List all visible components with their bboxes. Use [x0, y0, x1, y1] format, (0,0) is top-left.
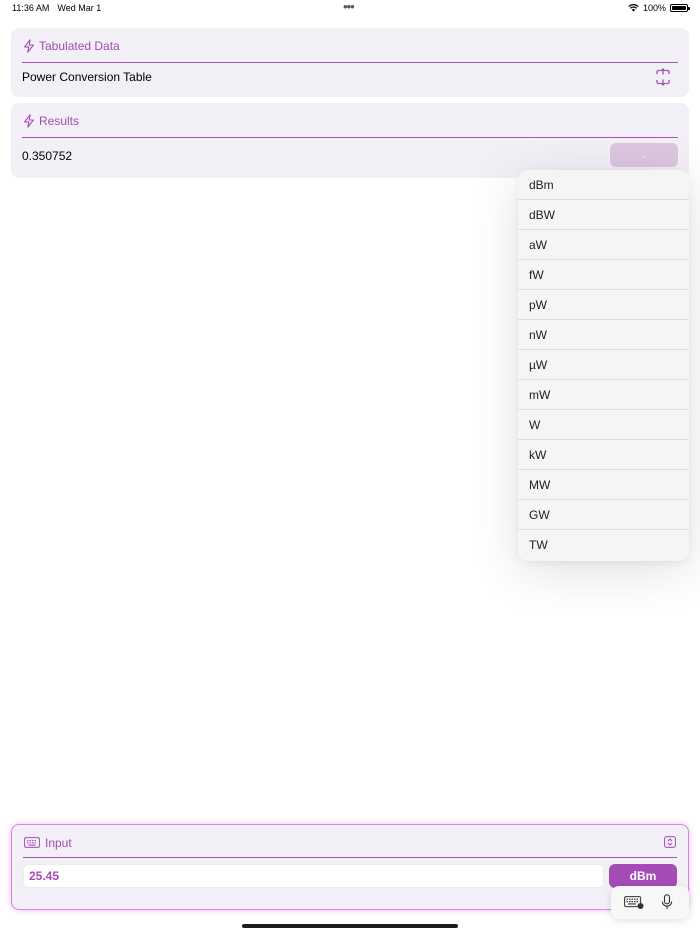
unit-option-0[interactable]: dBm [518, 170, 689, 200]
result-unit-button[interactable]: ⌄ [610, 143, 678, 167]
battery-percent: 100% [642, 3, 666, 13]
status-time: 11:36 AM [12, 3, 50, 13]
status-date: Wed Mar 1 [57, 3, 102, 13]
expand-icon[interactable] [654, 68, 672, 86]
tabulated-data-header: Tabulated Data [22, 28, 678, 63]
unit-option-12[interactable]: TW [518, 530, 689, 560]
chevron-down-icon: ⌄ [640, 150, 648, 160]
unit-option-1[interactable]: dBW [518, 200, 689, 230]
input-title: Input [45, 836, 72, 850]
status-time-group: 11:36 AM Wed Mar 1 [12, 3, 101, 13]
input-header: Input [23, 825, 677, 858]
input-value-field[interactable]: 25.45 [23, 864, 604, 888]
unit-dropdown-menu: dBm dBW aW fW pW nW µW mW WkW MW GW TW [518, 170, 689, 561]
wifi-icon [628, 4, 639, 12]
unit-option-2[interactable]: aW [518, 230, 689, 260]
tabulated-data-card: Tabulated Data Power Conversion Table [11, 28, 689, 97]
results-header: Results [22, 103, 678, 138]
multitasking-dots-icon[interactable]: ••• [343, 0, 355, 14]
home-indicator[interactable] [242, 924, 458, 928]
status-bar: 11:36 AM Wed Mar 1 ••• 100% [0, 0, 700, 18]
input-card: Input 25.45 dBm [11, 824, 689, 910]
unit-option-7[interactable]: mW [518, 380, 689, 410]
stepper-icon[interactable] [664, 836, 676, 848]
battery-icon [670, 4, 690, 12]
results-title: Results [39, 114, 80, 128]
result-value: 0.350752 [22, 149, 73, 163]
unit-option-6[interactable]: µW [518, 350, 689, 380]
unit-option-10[interactable]: MW [518, 470, 689, 500]
status-right: 100% [628, 3, 690, 13]
tabulated-data-title: Tabulated Data [39, 39, 120, 53]
keyboard-dismiss-icon[interactable] [624, 896, 644, 909]
results-card: Results 0.350752 ⌄ [11, 103, 689, 178]
input-unit-button[interactable]: dBm [609, 864, 677, 888]
keyboard-assistant-bar [611, 886, 689, 919]
keyboard-icon [24, 837, 40, 848]
unit-option-8[interactable]: W [518, 410, 689, 440]
unit-option-3[interactable]: fW [518, 260, 689, 290]
bolt-icon [24, 39, 34, 53]
unit-option-4[interactable]: pW [518, 290, 689, 320]
bolt-icon [24, 114, 34, 128]
unit-option-9[interactable]: kW [518, 440, 689, 470]
unit-option-5[interactable]: nW [518, 320, 689, 350]
unit-option-11[interactable]: GW [518, 500, 689, 530]
power-conversion-table-label[interactable]: Power Conversion Table [22, 70, 152, 84]
microphone-icon[interactable] [661, 894, 673, 910]
app-screen: 11:36 AM Wed Mar 1 ••• 100% Tabulated Dat… [0, 0, 700, 934]
